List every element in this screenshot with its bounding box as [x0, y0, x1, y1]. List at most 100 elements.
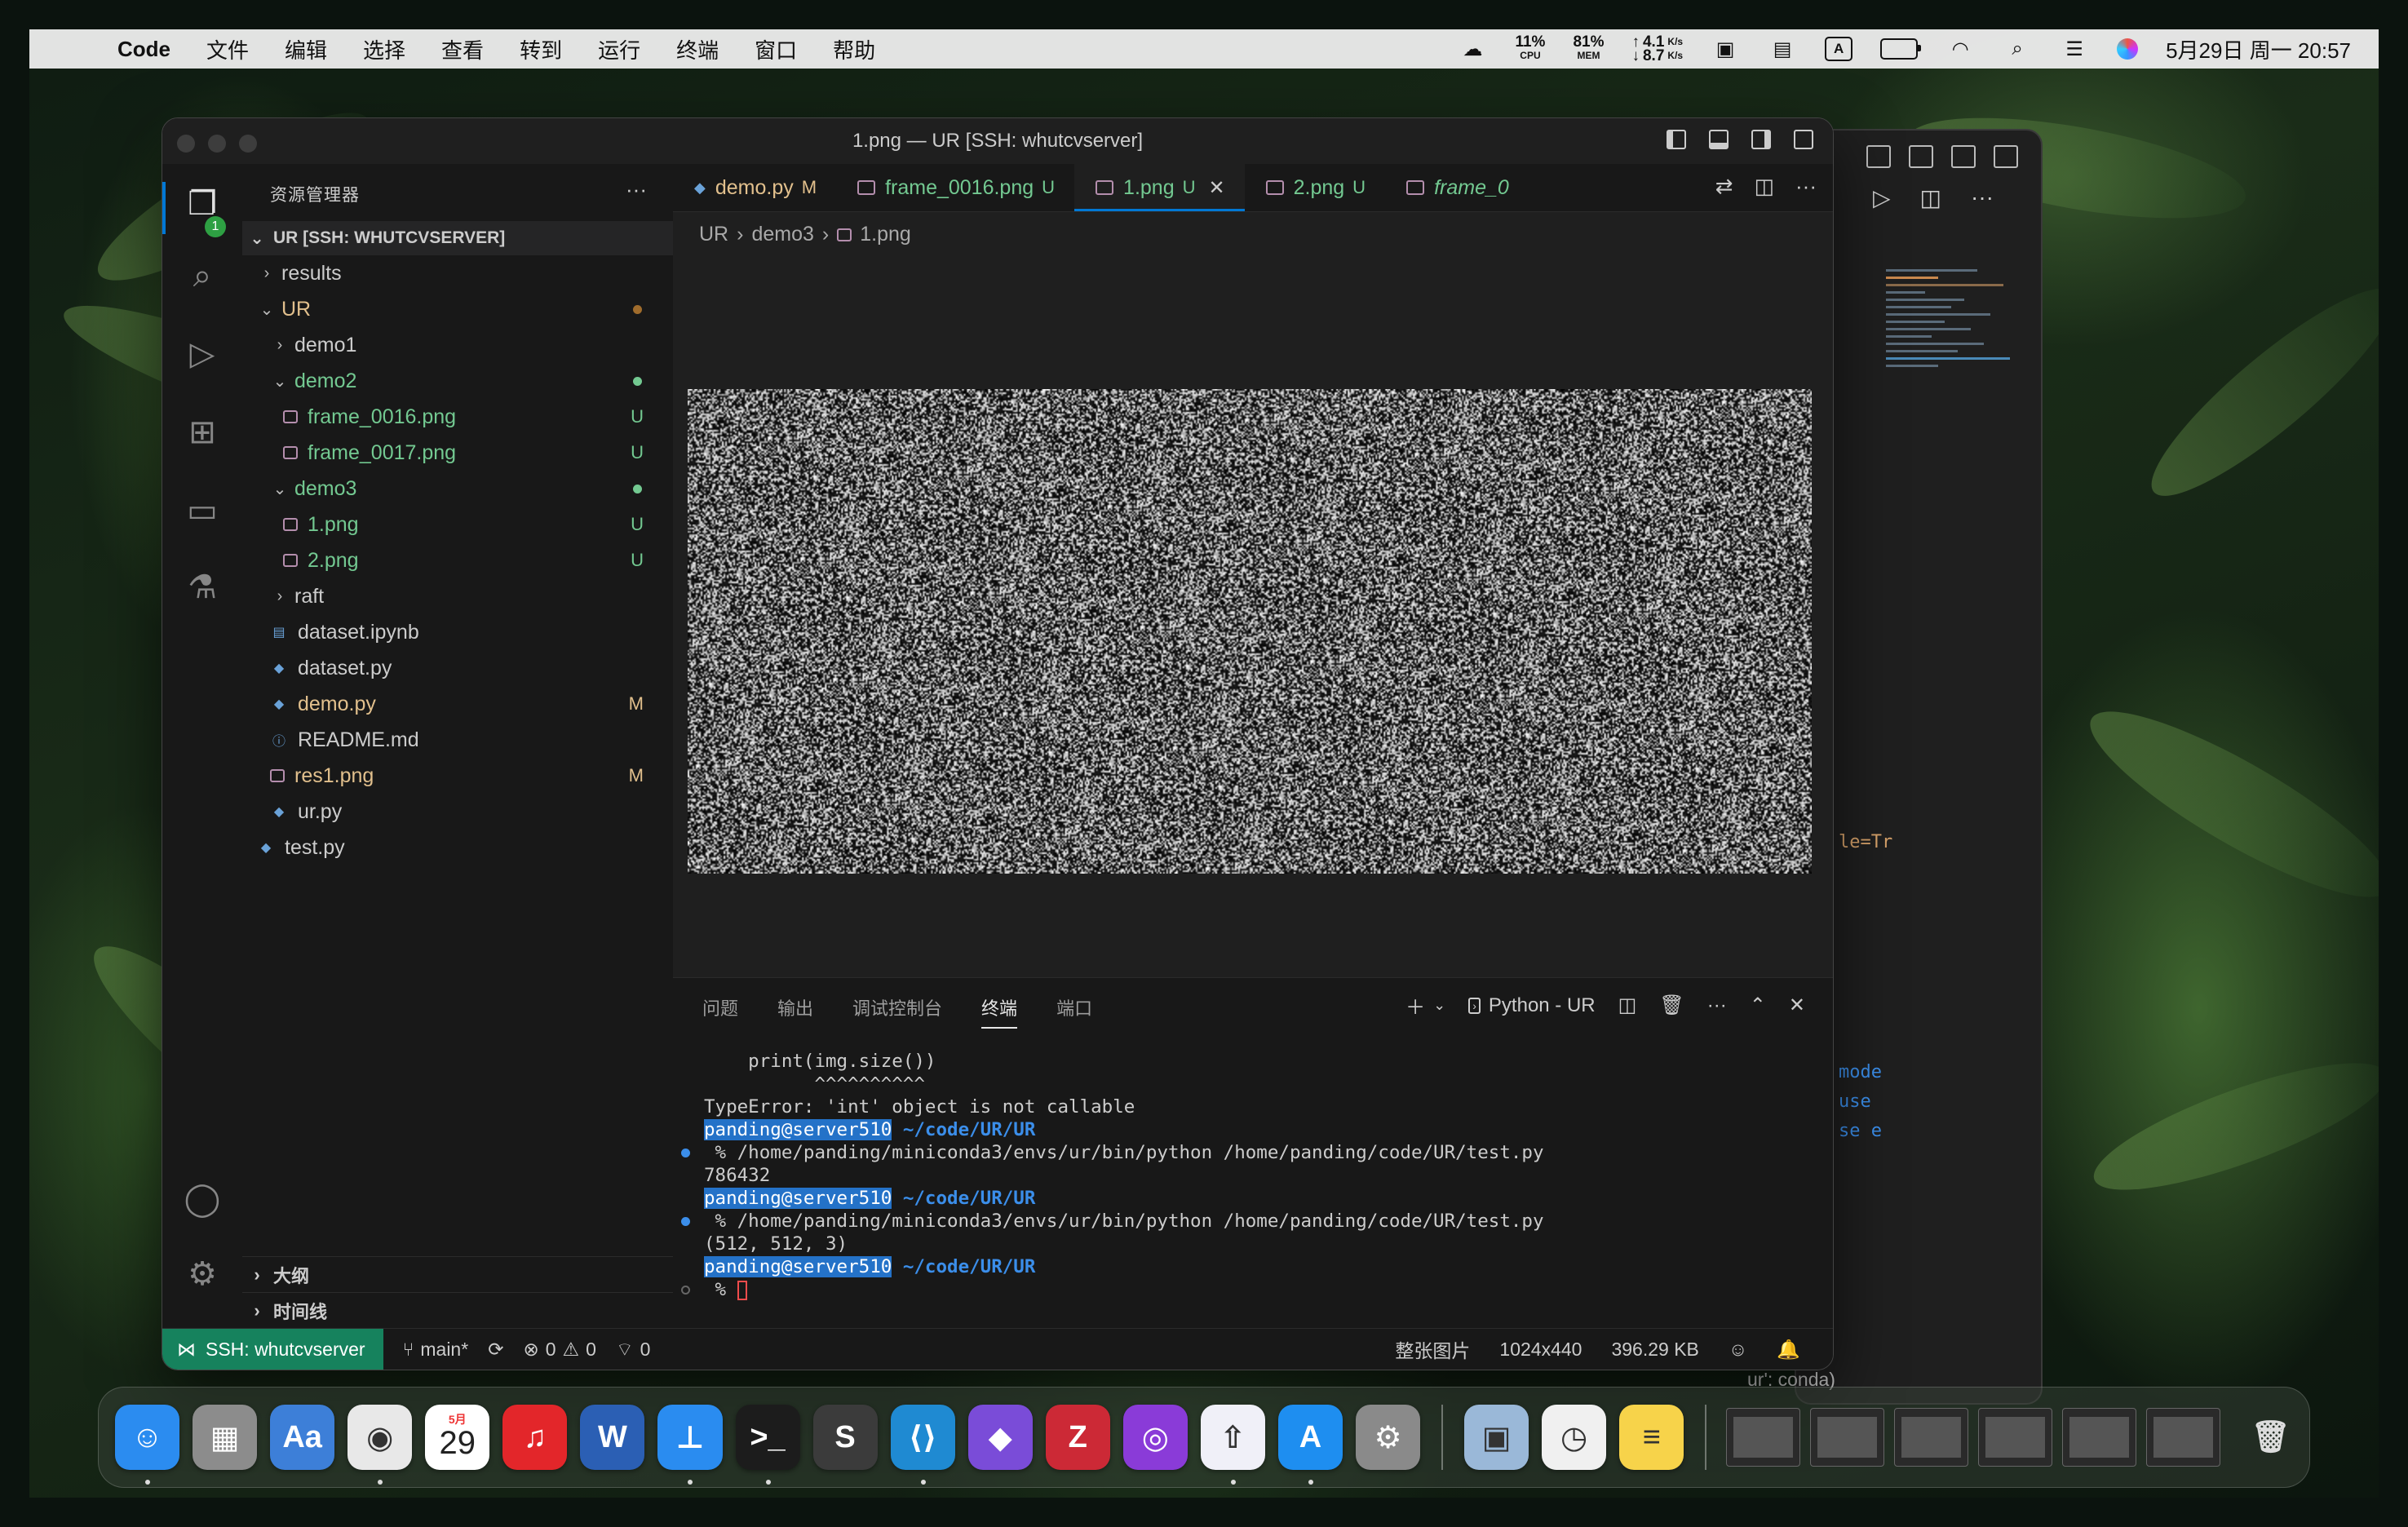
control-center-icon[interactable]: ☰ — [2060, 38, 2089, 60]
terminal-output[interactable]: print(img.size()) ^^^^^^^^^^ TypeError: '… — [681, 1050, 1817, 1301]
notes-icon[interactable]: ≡ — [1619, 1405, 1684, 1470]
mem-monitor[interactable]: 81% MEM — [1573, 34, 1604, 63]
clipboard-icon[interactable]: ▤ — [1768, 38, 1797, 60]
tree-item[interactable]: ⌄ demo2 — [242, 363, 673, 399]
minimized-window-thumbnail[interactable] — [1894, 1408, 1969, 1467]
more-actions-icon[interactable]: ··· — [1707, 994, 1727, 1017]
dictionary-icon[interactable]: Aa — [270, 1405, 335, 1470]
terminal-icon[interactable]: >_ — [735, 1405, 800, 1485]
menu-edit[interactable]: 编辑 — [285, 34, 327, 64]
extensions-icon[interactable]: ⊞ — [182, 412, 223, 453]
menu-file[interactable]: 文件 — [206, 34, 249, 64]
photo-icon[interactable]: ▣ — [1711, 38, 1740, 60]
menubar-clock[interactable]: 5月29日 周一 20:57 — [2166, 34, 2351, 64]
sync-button[interactable]: ⟳ — [488, 1339, 503, 1361]
clock-icon[interactable]: ◷ — [1542, 1405, 1607, 1470]
new-terminal-icon[interactable]: ＋ — [1405, 991, 1425, 1020]
terminal-shell-selector[interactable]: › Python - UR — [1468, 994, 1596, 1017]
minimized-window-thumbnail[interactable] — [1978, 1408, 2053, 1467]
settings-gear-icon[interactable]: ⚙ — [182, 1254, 223, 1295]
calendar-icon[interactable]: 5月 29 — [425, 1405, 490, 1470]
tree-item[interactable]: ◆ demo.py M — [242, 686, 673, 722]
tree-item[interactable]: res1.png M — [242, 758, 673, 794]
panel-tab[interactable]: 问题 — [702, 994, 738, 1029]
branch-indicator[interactable]: ⑂ main* — [403, 1339, 469, 1361]
chrome-icon[interactable]: ◉ — [347, 1405, 413, 1485]
toggle-primary-sidebar-icon[interactable] — [1667, 130, 1686, 149]
zotero-icon[interactable]: Z — [1045, 1405, 1110, 1470]
launchpad-icon[interactable]: ▦ — [193, 1405, 258, 1470]
tree-item[interactable]: ⌄ demo3 — [242, 471, 673, 507]
tree-item[interactable]: frame_0016.png U — [242, 399, 673, 435]
tab-demo-py[interactable]: ◆ demo.py M — [673, 164, 836, 211]
tree-item[interactable]: ▤ dataset.ipynb — [242, 614, 673, 650]
minimized-window-thumbnail[interactable] — [2062, 1408, 2136, 1467]
tab-frame-0016-png[interactable]: frame_0016.png U — [836, 164, 1074, 211]
rocket-icon[interactable]: ⇧ — [1200, 1405, 1265, 1485]
word-icon[interactable]: W — [580, 1405, 645, 1470]
toggle-panel-icon[interactable] — [1909, 145, 1933, 168]
tree-item[interactable]: frame_0017.png U — [242, 435, 673, 471]
ports-indicator[interactable]: ⌔ 0 — [616, 1338, 650, 1361]
customize-layout-icon[interactable] — [1794, 130, 1813, 149]
toggle-secondary-sidebar-icon[interactable] — [1951, 145, 1976, 168]
cloud-icon[interactable]: ☁ — [1458, 38, 1487, 60]
tree-item[interactable]: › results — [242, 255, 673, 291]
toggle-secondary-sidebar-icon[interactable] — [1751, 130, 1771, 149]
cpu-monitor[interactable]: 11% CPU — [1515, 34, 1545, 63]
title-bar[interactable]: 1.png — UR [SSH: whutcvserver] — [162, 118, 1833, 165]
command-decoration-icon[interactable] — [681, 1286, 690, 1295]
workspace-root[interactable]: ⌄ UR [SSH: WHUTCVSERVER] — [242, 221, 673, 255]
sublime-icon[interactable]: S — [812, 1405, 878, 1470]
customize-layout-icon[interactable] — [1994, 145, 2018, 168]
run-icon[interactable]: ▷ — [1873, 184, 1891, 211]
tree-item[interactable]: › demo1 — [242, 327, 673, 363]
menu-terminal[interactable]: 终端 — [676, 34, 719, 64]
command-decoration-icon[interactable] — [681, 1217, 690, 1226]
split-terminal-icon[interactable]: ◫ — [1618, 994, 1637, 1017]
menu-window[interactable]: 窗口 — [755, 34, 797, 64]
chatbot-icon[interactable]: ◎ — [1122, 1405, 1188, 1470]
toggle-panel-icon[interactable] — [1709, 130, 1729, 149]
vscode-icon[interactable]: ⟨⟩ — [890, 1405, 955, 1485]
app-store-icon[interactable]: A — [1277, 1405, 1343, 1485]
obsidian-icon[interactable]: ◆ — [967, 1405, 1033, 1470]
panel-tab[interactable]: 终端 — [981, 994, 1018, 1029]
tree-item[interactable]: ◆ ur.py — [242, 794, 673, 830]
feedback-icon[interactable]: ☺ — [1729, 1339, 1747, 1361]
split-editor-icon[interactable]: ◫ — [1754, 174, 1774, 199]
close-tab-icon[interactable]: ✕ — [1209, 176, 1225, 200]
tab-2-png[interactable]: 2.png U — [1245, 164, 1385, 211]
minimized-window-thumbnail[interactable] — [2145, 1408, 2220, 1467]
panel-tab[interactable]: 端口 — [1056, 994, 1092, 1029]
network-monitor[interactable]: ↑ 4.1 K/s ↓ 8.7 K/s — [1631, 34, 1683, 64]
tree-item[interactable]: ◆ test.py — [242, 830, 673, 865]
tree-item[interactable]: 1.png U — [242, 507, 673, 542]
search-icon[interactable]: ⌕ — [182, 255, 223, 296]
minimized-window-thumbnail[interactable] — [1810, 1408, 1885, 1467]
trash-icon[interactable]: 🗑 — [1659, 994, 1684, 1017]
menu-go[interactable]: 转到 — [520, 34, 562, 64]
tree-item[interactable]: › raft — [242, 578, 673, 614]
image-zoom-mode[interactable]: 整张图片 — [1395, 1335, 1470, 1363]
explorer-more-button[interactable]: ··· — [626, 177, 647, 202]
run-debug-icon[interactable]: ▷ — [182, 334, 223, 374]
trash-icon[interactable]: 🗑 — [2238, 1405, 2303, 1470]
remote-indicator[interactable]: ⋈ SSH: whutcvserver — [162, 1329, 383, 1370]
compare-icon[interactable]: ⇄ — [1715, 174, 1733, 199]
breadcrumb-item[interactable]: 1.png — [860, 223, 911, 246]
panel-tab[interactable]: 输出 — [777, 994, 813, 1029]
testing-icon[interactable]: ⚗ — [182, 567, 223, 608]
minimap[interactable] — [1886, 269, 2016, 514]
spotlight-search-icon[interactable]: ⌕ — [2003, 38, 2032, 60]
problems-indicator[interactable]: ⊗ 0 ⚠ 0 — [523, 1339, 596, 1361]
tree-item[interactable]: ⌄ UR — [242, 291, 673, 327]
system-settings-icon[interactable]: ⚙ — [1356, 1405, 1421, 1470]
breadcrumb-item[interactable]: UR — [699, 223, 728, 246]
finder-icon[interactable]: ☺ — [115, 1405, 180, 1485]
breadcrumb-item[interactable]: demo3 — [751, 223, 813, 246]
menu-view[interactable]: 查看 — [441, 34, 484, 64]
keynote-icon[interactable]: ⊥ — [657, 1405, 723, 1485]
split-editor-icon[interactable]: ◫ — [1920, 184, 1941, 211]
outline-section[interactable]: › 大纲 — [242, 1256, 673, 1293]
